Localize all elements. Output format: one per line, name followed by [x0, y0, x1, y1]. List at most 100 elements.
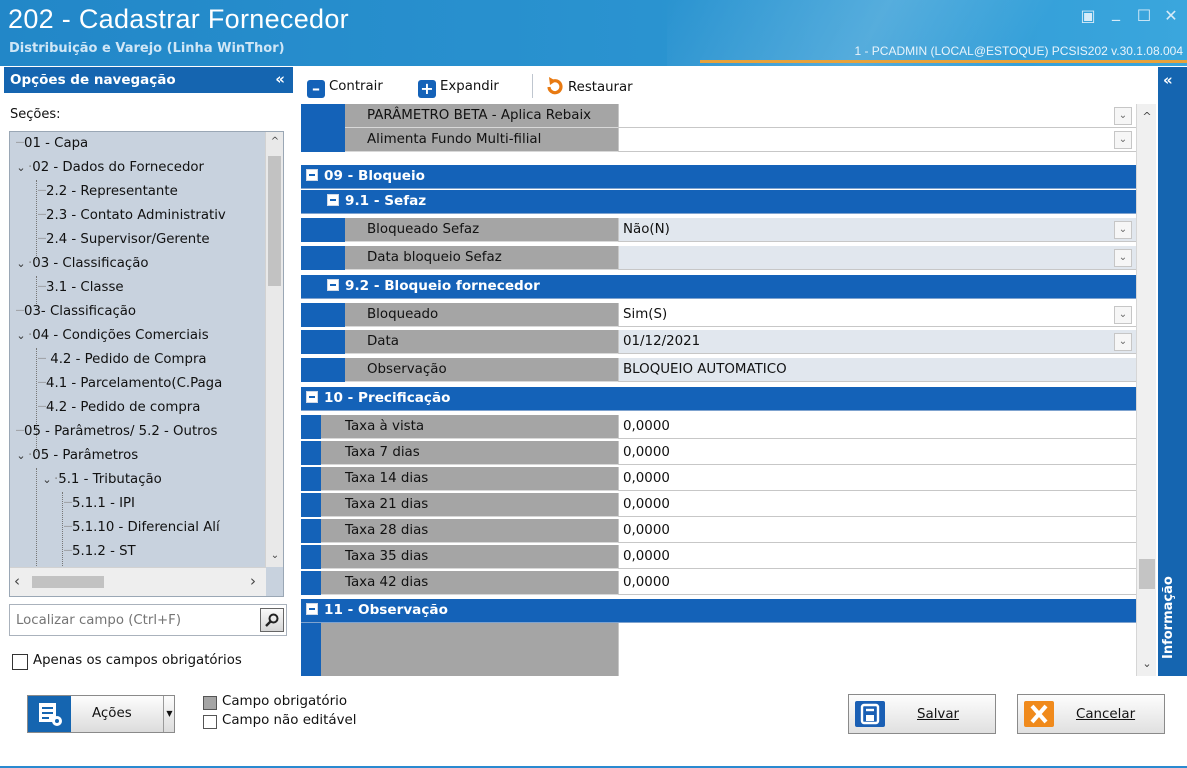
- tree-item-condicoes-comerciais[interactable]: ⌄ ·04 - Condições Comerciais: [14, 324, 208, 348]
- nav-collapse-icon[interactable]: «: [275, 70, 285, 88]
- chevron-down-icon[interactable]: ⌄: [1114, 107, 1132, 125]
- tree-item-representante[interactable]: ┈2.2 - Representante: [38, 180, 178, 204]
- collapse-group-icon[interactable]: [327, 194, 339, 206]
- grid-row-label: Taxa 21 dias: [321, 493, 618, 517]
- taxa-42-dias-field[interactable]: 0,0000: [618, 571, 1136, 595]
- tree-item-parametros-outros[interactable]: ┈05 - Parâmetros/ 5.2 - Outros: [16, 420, 217, 444]
- tree-item-classificacao-2[interactable]: ┈03- Classificação: [16, 300, 136, 324]
- actions-button[interactable]: Ações ▼: [27, 695, 175, 733]
- tree-item-pedido-compra-2[interactable]: ┈4.2 - Pedido de compra: [38, 396, 200, 420]
- observacao-field[interactable]: BLOQUEIO AUTOMATICO: [618, 358, 1136, 382]
- scroll-thumb-horizontal[interactable]: [32, 576, 104, 588]
- chevron-down-icon[interactable]: ⌄: [40, 468, 54, 492]
- grid-row-taxa-35-dias: Taxa 35 dias 0,0000: [301, 545, 1136, 569]
- tree-item-pedido-compra[interactable]: ┈ 4.2 - Pedido de Compra: [38, 348, 207, 372]
- scroll-up-icon[interactable]: ^: [266, 132, 284, 152]
- title-bar: 202 - Cadastrar Fornecedor Distribuição …: [0, 0, 1187, 66]
- collapse-group-icon[interactable]: [306, 603, 318, 615]
- maximize-window-icon[interactable]: ☐: [1134, 6, 1154, 25]
- scroll-left-icon[interactable]: ‹: [14, 572, 20, 590]
- tree-item-ipi[interactable]: ┈5.1.1 - IPI: [64, 492, 135, 516]
- observacao-textarea[interactable]: [618, 623, 1136, 676]
- restore-button[interactable]: Restaurar: [545, 76, 633, 98]
- window-title: 202 - Cadastrar Fornecedor: [8, 4, 349, 34]
- row-indent: [301, 441, 321, 465]
- bloqueado-sefaz-field[interactable]: Não(N) ⌄: [618, 218, 1136, 242]
- info-side-panel[interactable]: « Informação: [1158, 67, 1187, 676]
- chevron-down-icon[interactable]: ⌄: [1114, 306, 1132, 324]
- collapse-group-icon[interactable]: [306, 391, 318, 403]
- grid-row-bloqueado-sefaz: Bloqueado Sefaz Não(N) ⌄: [301, 218, 1136, 242]
- row-indent: [301, 330, 345, 354]
- chevron-down-icon[interactable]: ⌄: [14, 444, 28, 468]
- row-indent: [301, 104, 345, 128]
- tree-vertical-scrollbar[interactable]: ^ ⌄: [265, 132, 283, 567]
- nav-panel: Seções: ┈01 - Capa ⌄ ·02 - Dados do Forne…: [4, 93, 293, 683]
- grid-row-data: Data 01/12/2021 ⌄: [301, 330, 1136, 354]
- tree-item-supervisor-gerente[interactable]: ┈2.4 - Supervisor/Gerente: [38, 228, 210, 252]
- tree-item-parcelamento[interactable]: ┈4.1 - Parcelamento(C.Paga: [38, 372, 222, 396]
- tree-item-classe[interactable]: ┈3.1 - Classe: [38, 276, 124, 300]
- tree-item-tributacao[interactable]: ⌄ ·5.1 - Tributação: [40, 468, 161, 492]
- collapse-group-icon[interactable]: [327, 279, 339, 291]
- chevron-down-icon[interactable]: ⌄: [1114, 131, 1132, 149]
- grid-row-label: Taxa 28 dias: [321, 519, 618, 543]
- taxa-avista-field[interactable]: 0,0000: [618, 415, 1136, 439]
- chevron-down-icon[interactable]: ⌄: [14, 252, 28, 276]
- chevron-down-icon[interactable]: ⌄: [1114, 333, 1132, 351]
- save-button[interactable]: Salvar: [848, 694, 996, 734]
- scroll-thumb[interactable]: [268, 156, 281, 286]
- bloqueado-field[interactable]: Sim(S) ⌄: [618, 303, 1136, 327]
- group-bloqueio-fornecedor[interactable]: 9.2 - Bloqueio fornecedor: [301, 275, 1136, 299]
- close-window-icon[interactable]: ✕: [1161, 6, 1181, 25]
- scroll-thumb[interactable]: [1139, 559, 1155, 589]
- row-indent: [301, 415, 321, 439]
- restore-window-icon[interactable]: ▣: [1078, 6, 1098, 25]
- data-field[interactable]: 01/12/2021 ⌄: [618, 330, 1136, 354]
- grid-row-label: Taxa 7 dias: [321, 441, 618, 465]
- group-bloqueio[interactable]: 09 - Bloqueio: [301, 165, 1136, 189]
- taxa-28-dias-field[interactable]: 0,0000: [618, 519, 1136, 543]
- save-label: Salvar: [917, 707, 960, 722]
- group-precificacao[interactable]: 10 - Precificação: [301, 387, 1136, 411]
- taxa-21-dias-field[interactable]: 0,0000: [618, 493, 1136, 517]
- scroll-down-icon[interactable]: ⌄: [1137, 654, 1157, 674]
- taxa-7-dias-field[interactable]: 0,0000: [618, 441, 1136, 465]
- row-indent: [301, 571, 321, 595]
- group-observacao[interactable]: 11 - Observação: [301, 599, 1136, 623]
- tree-horizontal-scrollbar[interactable]: ‹ ›: [10, 567, 266, 596]
- taxa-14-dias-field[interactable]: 0,0000: [618, 467, 1136, 491]
- tree-item-capa[interactable]: ┈01 - Capa: [16, 132, 88, 156]
- group-sefaz[interactable]: 9.1 - Sefaz: [301, 190, 1136, 214]
- tree-item-st[interactable]: ┈5.1.2 - ST: [64, 540, 136, 564]
- info-expand-icon[interactable]: «: [1163, 71, 1173, 89]
- tree-item-contato-administrativo[interactable]: ┈2.3 - Contato Administrativ: [38, 204, 226, 228]
- expand-button[interactable]: + Expandir: [418, 76, 499, 98]
- actions-dropdown-icon[interactable]: ▼: [163, 696, 175, 732]
- taxa-35-dias-field[interactable]: 0,0000: [618, 545, 1136, 569]
- tree-item-dados-fornecedor[interactable]: ⌄ ·02 - Dados do Fornecedor: [14, 156, 204, 180]
- search-input[interactable]: [10, 605, 254, 635]
- alimenta-fundo-field[interactable]: ⌄: [618, 128, 1136, 152]
- chevron-down-icon[interactable]: ⌄: [14, 156, 28, 180]
- scroll-up-icon[interactable]: ^: [1137, 107, 1157, 127]
- tree-item-diferencial-aliquota[interactable]: ┈5.1.10 - Diferencial Alí: [64, 516, 220, 540]
- tree-item-classificacao[interactable]: ⌄ ·03 - Classificação: [14, 252, 148, 276]
- collapse-group-icon[interactable]: [306, 169, 318, 181]
- collapse-button[interactable]: – Contrair: [307, 76, 383, 98]
- chevron-down-icon[interactable]: ⌄: [1114, 249, 1132, 267]
- scroll-down-icon[interactable]: ⌄: [266, 546, 284, 566]
- scroll-right-icon[interactable]: ›: [250, 572, 256, 590]
- data-bloqueio-sefaz-field[interactable]: ⌄: [618, 246, 1136, 270]
- required-only-checkbox[interactable]: [12, 654, 28, 670]
- grid-row-label: Taxa à vista: [321, 415, 618, 439]
- cancel-button[interactable]: Cancelar: [1017, 694, 1165, 734]
- parametro-beta-field[interactable]: ⌄: [618, 104, 1136, 128]
- chevron-down-icon[interactable]: ⌄: [14, 324, 28, 348]
- readonly-legend-label: Campo não editável: [222, 713, 357, 728]
- chevron-down-icon[interactable]: ⌄: [1114, 221, 1132, 239]
- tree-item-parametros[interactable]: ⌄ ·05 - Parâmetros: [14, 444, 138, 468]
- grid-vertical-scrollbar[interactable]: ^ ⌄: [1136, 104, 1156, 676]
- minimize-window-icon[interactable]: _: [1106, 2, 1126, 21]
- search-button[interactable]: [260, 608, 284, 632]
